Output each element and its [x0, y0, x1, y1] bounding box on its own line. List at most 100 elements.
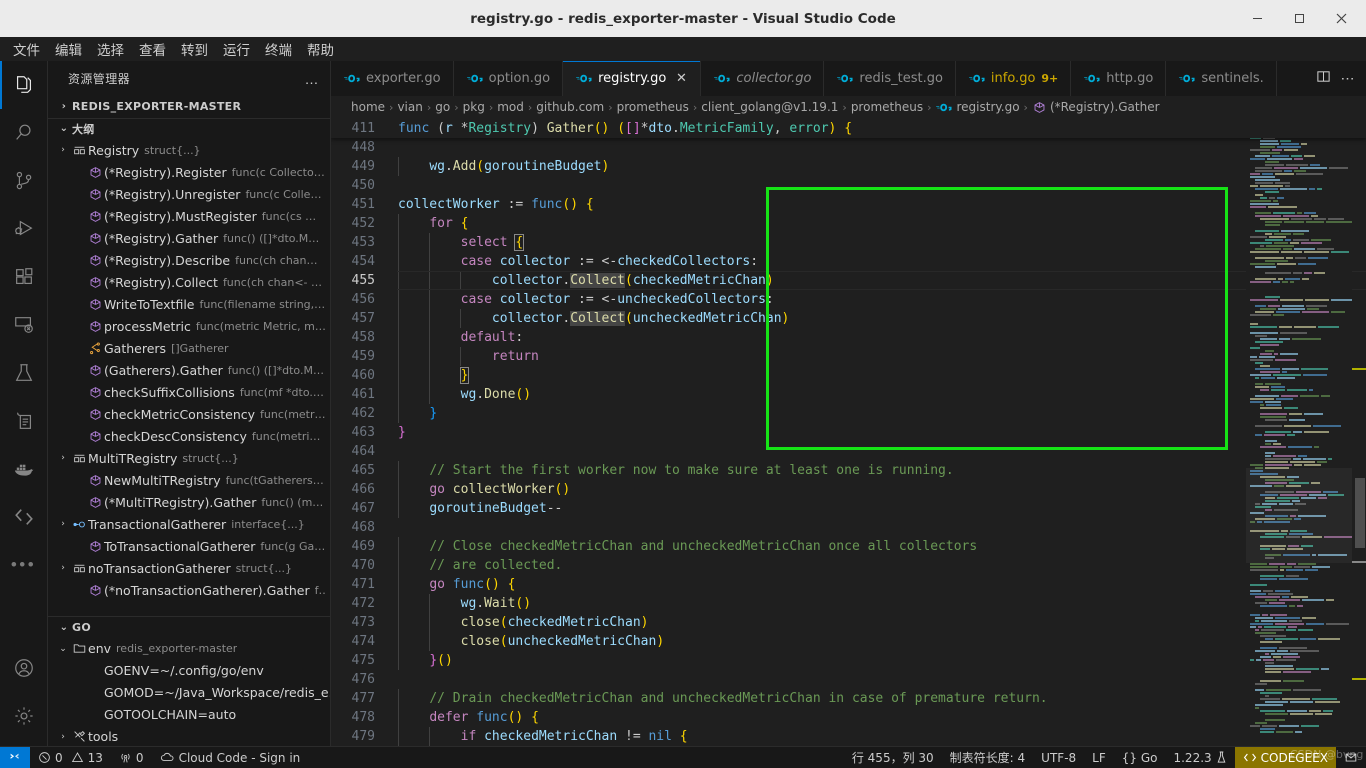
code-line[interactable]: 474 close(uncheckedMetricChan): [331, 632, 1366, 651]
editor-tab[interactable]: exporter.go: [331, 61, 454, 96]
breadcrumb-item[interactable]: home: [351, 100, 385, 114]
go-tree[interactable]: ⌄ env redis_exporter-master GOENV=~/.config…: [48, 638, 330, 746]
code-line[interactable]: 459 return: [331, 347, 1366, 366]
indentation-status[interactable]: 制表符长度: 4: [942, 747, 1034, 768]
chevron-right-icon[interactable]: ›: [56, 563, 70, 573]
chevron-right-icon[interactable]: ›: [56, 145, 70, 155]
code-line[interactable]: 457 collector.Collect(uncheckedMetricCha…: [331, 309, 1366, 328]
sticky-scroll-header[interactable]: 411 func (r *Registry) Gather() ([]*dto.…: [331, 118, 1366, 138]
search-icon[interactable]: [0, 109, 48, 157]
breadcrumb-item[interactable]: registry.go: [935, 100, 1020, 114]
docker-icon[interactable]: [0, 445, 48, 493]
outline-item[interactable]: Gatherers []Gatherer: [48, 337, 330, 359]
code-line[interactable]: 450: [331, 176, 1366, 195]
ports-status[interactable]: 0: [111, 747, 152, 768]
menu-run[interactable]: 运行: [216, 38, 257, 60]
breadcrumb-item[interactable]: prometheus: [617, 100, 689, 114]
code-line[interactable]: 463}: [331, 423, 1366, 442]
close-icon[interactable]: ✕: [674, 71, 688, 86]
chevron-icon[interactable]: ›: [56, 732, 70, 742]
editor-tab[interactable]: sentinels.: [1166, 61, 1277, 96]
minimap-slider[interactable]: [1246, 468, 1352, 563]
source-control-icon[interactable]: [0, 157, 48, 205]
editor-tab[interactable]: collector.go: [701, 61, 825, 96]
code-line[interactable]: 451 collectWorker := func() {: [331, 195, 1366, 214]
code-line[interactable]: 466 go collectWorker(): [331, 480, 1366, 499]
code-line[interactable]: 476: [331, 670, 1366, 689]
run-and-debug-icon[interactable]: [0, 205, 48, 253]
code-line[interactable]: 452 for {: [331, 214, 1366, 233]
code-line[interactable]: 461 wg.Done(): [331, 385, 1366, 404]
code-line[interactable]: 471 go func() {: [331, 575, 1366, 594]
code-line[interactable]: 469 // Close checkedMetricChan and unche…: [331, 537, 1366, 556]
chevron-right-icon[interactable]: ›: [56, 453, 70, 463]
code-line[interactable]: 478 defer func() {: [331, 708, 1366, 727]
editor-tab[interactable]: registry.go ✕: [563, 61, 702, 96]
outline-item[interactable]: processMetric func(metric Metric, met…: [48, 315, 330, 337]
menu-view[interactable]: 查看: [132, 38, 173, 60]
manage-settings-icon[interactable]: [0, 692, 48, 740]
code-line[interactable]: 458 default:: [331, 328, 1366, 347]
outline-item[interactable]: (*Registry).Gather func() ([]*dto.Metri…: [48, 227, 330, 249]
editor-tab[interactable]: option.go: [453, 61, 564, 96]
code-line[interactable]: 465 // Start the first worker now to mak…: [331, 461, 1366, 480]
encoding-status[interactable]: UTF-8: [1033, 747, 1084, 768]
outline-item[interactable]: checkMetricConsistency func(metricF…: [48, 403, 330, 425]
menu-selection[interactable]: 选择: [90, 38, 131, 60]
code-line[interactable]: 479 if checkedMetricChan != nil {: [331, 727, 1366, 746]
go-tree-item[interactable]: GOTOOLCHAIN=auto: [48, 704, 330, 726]
editor-scrollbar[interactable]: [1352, 118, 1366, 746]
chevron-right-icon[interactable]: ›: [56, 519, 70, 529]
problems-status[interactable]: 0 13: [30, 747, 111, 768]
language-mode-status[interactable]: {} Go: [1114, 747, 1166, 768]
explorer-icon[interactable]: [0, 61, 48, 109]
go-tree-item[interactable]: ⌄ env redis_exporter-master: [48, 638, 330, 660]
menu-help[interactable]: 帮助: [300, 38, 341, 60]
code-line[interactable]: 460 }: [331, 366, 1366, 385]
breadcrumb-item[interactable]: prometheus: [851, 100, 923, 114]
outline-tree[interactable]: › Registry struct{...} (*Registry).Register…: [48, 139, 330, 616]
code-line[interactable]: 464: [331, 442, 1366, 461]
outline-item[interactable]: (*MultiTRegistry).Gather func() (mfs […: [48, 491, 330, 513]
breadcrumb-item[interactable]: client_golang@v1.19.1: [701, 100, 838, 114]
codegeex-status[interactable]: CODEGEEX: [1234, 746, 1336, 768]
code-line[interactable]: 462 }: [331, 404, 1366, 423]
editor-tab[interactable]: redis_test.go: [824, 61, 956, 96]
cursor-position-status[interactable]: 行 455，列 30: [844, 747, 942, 768]
outline-item[interactable]: checkSuffixCollisions func(mf *dto.Me…: [48, 381, 330, 403]
minimap[interactable]: [1246, 118, 1352, 746]
outline-item[interactable]: (Gatherers).Gather func() ([]*dto.Metri…: [48, 359, 330, 381]
menu-file[interactable]: 文件: [6, 38, 47, 60]
go-tree-item[interactable]: GOMOD=~/Java_Workspace/redis_e…: [48, 682, 330, 704]
code-line[interactable]: 449 wg.Add(goroutineBudget): [331, 157, 1366, 176]
outline-item[interactable]: NewMultiTRegistry func(tGatherers …...: [48, 469, 330, 491]
go-version-status[interactable]: 1.22.3: [1165, 747, 1234, 768]
outline-item[interactable]: (*Registry).Collect func(ch chan<- Metric…: [48, 271, 330, 293]
outline-item[interactable]: › noTransactionGatherer struct{...}: [48, 557, 330, 579]
menu-go[interactable]: 转到: [174, 38, 215, 60]
code-line[interactable]: 473 close(checkedMetricChan): [331, 613, 1366, 632]
code-line[interactable]: 467 goroutineBudget--: [331, 499, 1366, 518]
editor-tab[interactable]: info.go 9+: [955, 61, 1072, 96]
chevron-icon[interactable]: ⌄: [56, 644, 70, 654]
split-editor-icon[interactable]: [1316, 69, 1331, 89]
testing-icon[interactable]: [0, 349, 48, 397]
code-line[interactable]: 477 // Drain checkedMetricChan and unche…: [331, 689, 1366, 708]
sidebar-section-outline[interactable]: ⌄ 大纲: [48, 117, 330, 140]
remote-explorer-icon[interactable]: [0, 301, 48, 349]
outline-item[interactable]: › TransactionalGatherer interface{...}: [48, 513, 330, 535]
editor-tab[interactable]: http.go: [1071, 61, 1167, 96]
accounts-icon[interactable]: [0, 644, 48, 692]
outline-item[interactable]: (*Registry).Unregister func(c Collector…: [48, 183, 330, 205]
outline-item[interactable]: checkDescConsistency func(metricFa…: [48, 425, 330, 447]
code-line[interactable]: 470 // are collected.: [331, 556, 1366, 575]
close-icon[interactable]: [1320, 5, 1362, 33]
outline-item[interactable]: (*noTransactionGatherer).Gather fun…: [48, 579, 330, 601]
outline-item[interactable]: (*Registry).Describe func(ch chan<- *D…: [48, 249, 330, 271]
todo-tree-icon[interactable]: [0, 397, 48, 445]
sidebar-section-project[interactable]: › REDIS_EXPORTER-MASTER: [48, 96, 330, 118]
sidebar-section-go[interactable]: ⌄ GO: [48, 616, 330, 638]
menu-terminal[interactable]: 终端: [258, 38, 299, 60]
more-actions-icon[interactable]: •••: [0, 541, 48, 589]
code-line[interactable]: 456 case collector := <-uncheckedCollect…: [331, 290, 1366, 309]
